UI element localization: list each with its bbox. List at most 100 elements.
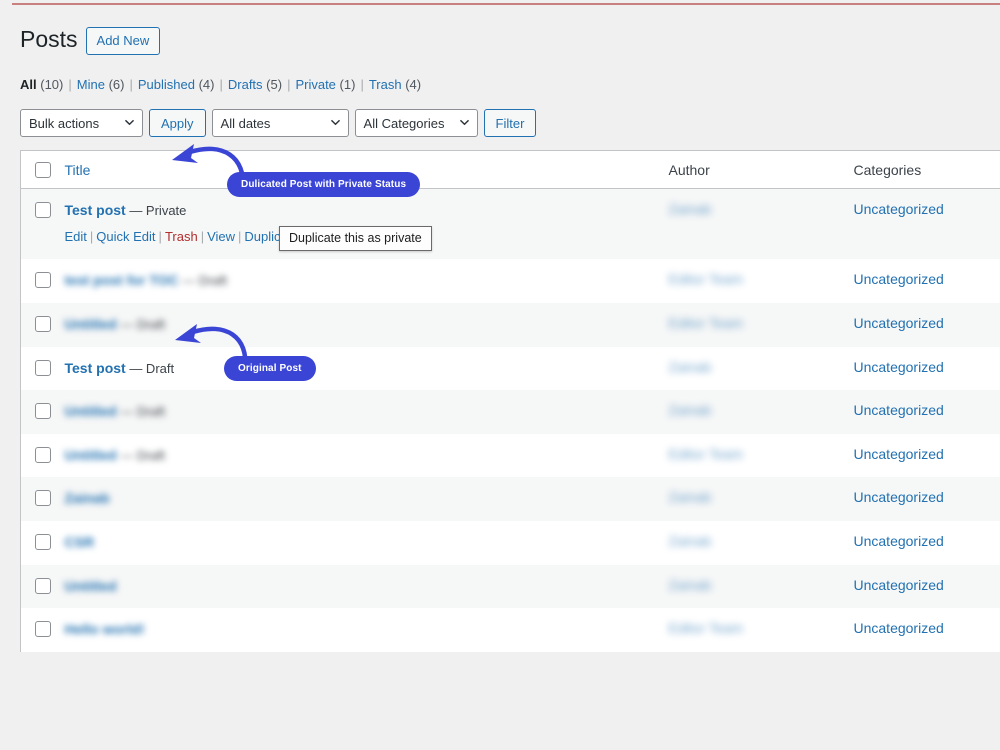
post-category-link[interactable]: Uncategorized xyxy=(854,489,944,505)
post-author-link[interactable]: Editor Team xyxy=(669,446,743,462)
post-author-link[interactable]: Zainab xyxy=(669,577,712,593)
status-filter-link-trash[interactable]: Trash xyxy=(369,77,402,92)
column-header-author: Author xyxy=(668,150,854,189)
row-title-wrapper: Untitled — Draft xyxy=(65,402,659,422)
status-filter-count: (10) xyxy=(40,77,64,92)
post-status-suffix: — Draft xyxy=(116,447,166,463)
post-title-link[interactable]: Untitled xyxy=(65,403,117,419)
post-title-link[interactable]: test post for TOC xyxy=(65,272,179,288)
post-author-link[interactable]: Zainab xyxy=(669,402,712,418)
post-status-filter-list: All (10) | Mine (6) | Published (4) | Drafts (… xyxy=(20,72,1000,98)
row-action-duplicate-this[interactable]: Duplicate This xyxy=(244,229,326,244)
row-select-cell xyxy=(21,521,65,565)
post-category-link[interactable]: Uncategorized xyxy=(854,359,944,375)
post-category-link[interactable]: Uncategorized xyxy=(854,271,944,287)
row-select-cell xyxy=(20,390,65,434)
row-checkbox[interactable] xyxy=(35,403,51,420)
post-status-suffix: — Private xyxy=(125,203,187,218)
post-category-link[interactable]: Uncategorized xyxy=(854,533,944,549)
post-category-link[interactable]: Uncategorized xyxy=(854,315,944,331)
row-title-wrapper: Untitled — Draft xyxy=(65,315,659,335)
post-title-link[interactable]: Untitled xyxy=(65,316,117,332)
status-filter-trash[interactable]: Trash (4) xyxy=(369,72,421,98)
table-row: Test post — Private Edit | Quick Edit | Trash… xyxy=(20,188,1000,260)
status-filter-link-published[interactable]: Published xyxy=(138,77,195,92)
row-categories-cell: Uncategorized xyxy=(853,302,1000,347)
row-action-trash[interactable]: Trash xyxy=(165,229,198,244)
post-title-link[interactable]: Hello world! xyxy=(65,621,145,637)
status-filter-count: (4) xyxy=(198,77,215,92)
column-header-title[interactable]: Title xyxy=(64,150,669,189)
category-filter-select[interactable]: All Categories xyxy=(354,109,478,137)
post-status-suffix: — Draft xyxy=(116,316,166,332)
status-filter-link-drafts[interactable]: Drafts xyxy=(228,77,263,92)
post-title-link[interactable]: Untitled xyxy=(65,447,117,463)
post-category-link[interactable]: Uncategorized xyxy=(854,446,944,462)
row-checkbox[interactable] xyxy=(35,315,51,332)
post-author-link[interactable]: Zainab xyxy=(669,359,712,375)
row-checkbox[interactable] xyxy=(35,621,51,638)
add-new-button[interactable]: Add New xyxy=(85,27,161,55)
row-checkbox[interactable] xyxy=(35,533,51,550)
row-title-cell: Test post — Draft xyxy=(65,347,669,391)
post-category-link[interactable]: Uncategorized xyxy=(854,577,944,593)
date-filter-select[interactable]: All dates xyxy=(211,109,349,137)
row-title-wrapper: Untitled xyxy=(65,577,659,597)
post-title-link[interactable]: Test post xyxy=(65,202,126,218)
table-row: test post for TOC — Draft Editor Team Unca… xyxy=(21,259,1000,303)
row-author-cell: Editor Team xyxy=(669,434,854,478)
chevron-down-icon xyxy=(125,118,134,127)
bulk-actions-select[interactable]: Bulk actions xyxy=(20,109,143,137)
row-checkbox[interactable] xyxy=(35,359,51,376)
status-filter-private[interactable]: Private (1) | xyxy=(295,72,368,98)
post-author-link[interactable]: Editor Team xyxy=(669,271,743,287)
post-status-suffix: — Draft xyxy=(178,273,227,289)
date-filter-value: All dates xyxy=(220,115,271,131)
row-checkbox[interactable] xyxy=(35,577,51,594)
row-author-cell: Editor Team xyxy=(669,608,854,652)
post-author-link[interactable]: Zainab xyxy=(669,489,712,505)
row-action-edit[interactable]: Edit xyxy=(65,229,87,244)
filter-button[interactable]: Filter xyxy=(483,109,537,137)
table-header-row: Title Author Categories xyxy=(20,150,1000,189)
status-filter-link-private[interactable]: Private xyxy=(295,77,335,92)
row-action-separator: | xyxy=(200,228,205,244)
row-action-separator: | xyxy=(238,228,242,244)
post-author-link[interactable]: Zainab xyxy=(669,201,712,217)
post-category-link[interactable]: Uncategorized xyxy=(854,402,944,418)
post-author-link[interactable]: Zainab xyxy=(669,533,712,549)
row-action-view[interactable]: View xyxy=(207,229,235,244)
row-checkbox[interactable] xyxy=(35,202,51,218)
status-filter-count: (5) xyxy=(266,77,283,92)
row-title-cell: CSR xyxy=(65,521,669,565)
status-filter-drafts[interactable]: Drafts (5) | xyxy=(228,72,296,98)
post-category-link[interactable]: Uncategorized xyxy=(854,620,944,636)
row-title-wrapper: Hello world! xyxy=(65,620,659,640)
row-select-cell xyxy=(21,259,65,303)
post-title-link[interactable]: CSR xyxy=(65,534,95,550)
select-all-checkbox[interactable] xyxy=(35,162,51,178)
post-title-link[interactable]: Test post xyxy=(65,360,126,376)
post-author-link[interactable]: Editor Team xyxy=(669,620,743,636)
post-category-link[interactable]: Uncategorized xyxy=(854,201,944,217)
row-checkbox[interactable] xyxy=(35,272,51,289)
row-author-cell: Zainab xyxy=(669,347,854,391)
posts-table: Title Author Categories Test post — Priv… xyxy=(20,150,1000,652)
row-checkbox[interactable] xyxy=(35,490,51,507)
status-filter-link-all[interactable]: All xyxy=(20,77,37,92)
row-categories-cell: Uncategorized xyxy=(854,347,1000,391)
post-author-link[interactable]: Editor Team xyxy=(669,315,743,331)
row-title-cell: Untitled — Draft xyxy=(64,302,669,347)
status-filter-all[interactable]: All (10) | xyxy=(20,72,77,98)
status-filter-count: (6) xyxy=(108,77,125,92)
row-title-cell: Test post — Private Edit | Quick Edit | Trash… xyxy=(64,188,669,260)
post-title-link[interactable]: Untitled xyxy=(65,578,117,594)
row-checkbox[interactable] xyxy=(35,446,51,463)
status-filter-mine[interactable]: Mine (6) | xyxy=(77,72,138,98)
status-filter-link-mine[interactable]: Mine xyxy=(77,77,105,92)
apply-button[interactable]: Apply xyxy=(149,109,206,137)
status-filter-count: (1) xyxy=(339,77,356,92)
row-action-quick-edit[interactable]: Quick Edit xyxy=(96,229,155,244)
post-title-link[interactable]: Zainab xyxy=(65,490,110,506)
status-filter-published[interactable]: Published (4) | xyxy=(138,72,228,98)
